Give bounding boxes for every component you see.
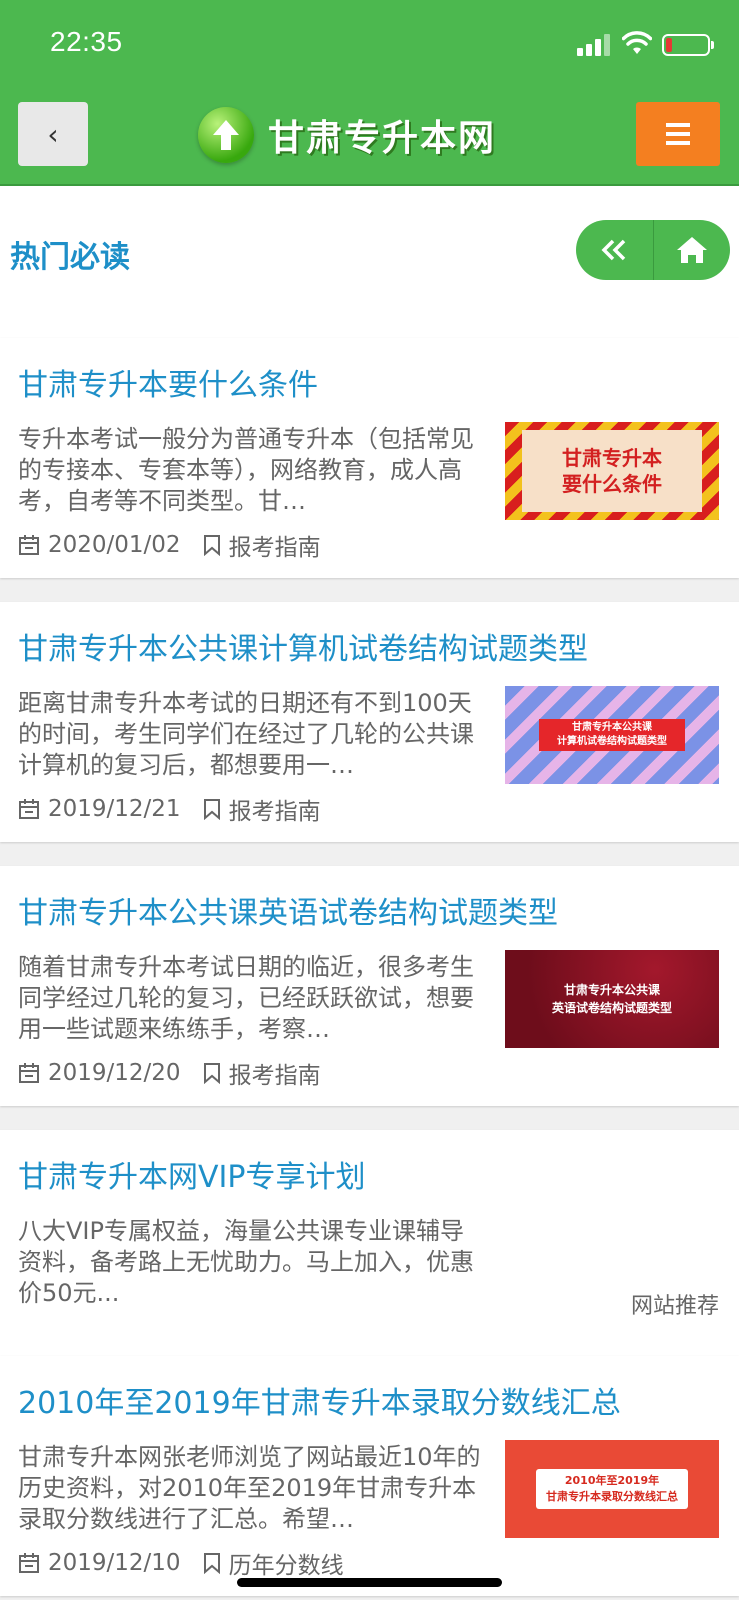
home-icon[interactable] <box>652 220 731 280</box>
article-date: 2019/12/21 <box>48 796 181 822</box>
thumbnail-text: 甘肃专升本公共课 计算机试卷结构试题类型 <box>539 719 685 751</box>
calendar-icon <box>18 798 40 820</box>
article-tag: 网站推荐 <box>630 1294 719 1319</box>
article-date: 2019/12/10 <box>48 1550 181 1576</box>
calendar-icon <box>18 534 40 556</box>
article-meta: 2019/12/21 报考指南 <box>18 792 321 826</box>
calendar-icon <box>18 1062 40 1084</box>
bookmark-icon <box>203 1552 221 1574</box>
article-card[interactable]: 甘肃专升本网VIP专享计划 八大VIP专属权益，海量公共课专业课辅导资料，备考路… <box>0 1130 739 1370</box>
article-category[interactable]: 报考指南 <box>229 792 321 826</box>
article-title[interactable]: 甘肃专升本要什么条件 <box>18 360 318 404</box>
up-arrow-icon <box>198 107 254 163</box>
article-card[interactable]: 甘肃专升本要什么条件 专升本考试一般分为普通专升本（包括常见的专接本、专套本等）… <box>0 338 739 578</box>
article-thumbnail[interactable]: 甘肃专升本 要什么条件 <box>505 422 719 520</box>
home-indicator[interactable] <box>237 1578 502 1587</box>
section-header: 热门必读 <box>0 186 739 338</box>
article-card[interactable]: 2010年至2019年甘肃专升本录取分数线汇总 甘肃专升本网张老师浏览了网站最近… <box>0 1356 739 1596</box>
article-meta: 2019/12/20 报考指南 <box>18 1056 321 1090</box>
bookmark-icon <box>203 1062 221 1084</box>
article-meta: 2019/12/10 历年分数线 <box>18 1546 344 1580</box>
article-desc: 专升本考试一般分为普通专升本（包括常见的专接本、专套本等），网络教育，成人高考，… <box>18 425 474 515</box>
thumbnail-text: 甘肃专升本 要什么条件 <box>522 430 702 512</box>
wifi-icon <box>622 31 652 54</box>
battery-icon <box>662 34 714 56</box>
calendar-icon <box>18 1552 40 1574</box>
article-desc: 距离甘肃专升本考试的日期还有不到100天的时间，考生同学们在经过了几轮的公共课计… <box>18 689 474 779</box>
article-title[interactable]: 甘肃专升本公共课英语试卷结构试题类型 <box>18 888 558 932</box>
article-desc: 随着甘肃专升本考试日期的临近，很多考生同学经过几轮的复习，已经跃跃欲试，想要用一… <box>18 953 474 1043</box>
article-meta: 2020/01/02 报考指南 <box>18 528 321 562</box>
article-title[interactable]: 甘肃专升本网VIP专享计划 <box>18 1152 365 1196</box>
article-desc: 八大VIP专属权益，海量公共课专业课辅导资料，备考路上无忧助力。马上加入，优惠价… <box>18 1217 474 1307</box>
article-card[interactable]: 甘肃专升本公共课英语试卷结构试题类型 随着甘肃专升本考试日期的临近，很多考生同学… <box>0 866 739 1106</box>
article-date: 2020/01/02 <box>48 532 181 558</box>
article-thumbnail[interactable]: 2010年至2019年 甘肃专升本录取分数线汇总 <box>505 1440 719 1538</box>
double-left-icon[interactable] <box>576 220 653 280</box>
article-title[interactable]: 2010年至2019年甘肃专升本录取分数线汇总 <box>18 1378 621 1422</box>
article-category[interactable]: 报考指南 <box>229 1056 321 1090</box>
article-desc: 甘肃专升本网张老师浏览了网站最近10年的历史资料，对2010年至2019年甘肃专… <box>18 1443 481 1533</box>
article-card[interactable]: 甘肃专升本公共课计算机试卷结构试题类型 距离甘肃专升本考试的日期还有不到100天… <box>0 602 739 842</box>
bookmark-icon <box>203 798 221 820</box>
article-category[interactable]: 报考指南 <box>229 528 321 562</box>
article-date: 2019/12/20 <box>48 1060 181 1086</box>
menu-button[interactable] <box>636 102 720 166</box>
article-thumbnail[interactable]: 甘肃专升本公共课 英语试卷结构试题类型 <box>505 950 719 1048</box>
bookmark-icon <box>203 534 221 556</box>
article-thumbnail[interactable]: 甘肃专升本公共课 计算机试卷结构试题类型 <box>505 686 719 784</box>
back-button[interactable]: ‹ <box>18 102 88 166</box>
nav-pill <box>576 220 730 280</box>
article-title[interactable]: 甘肃专升本公共课计算机试卷结构试题类型 <box>18 624 588 668</box>
signal-icon <box>577 32 613 56</box>
status-time: 22:35 <box>50 26 123 57</box>
thumbnail-text: 甘肃专升本公共课 英语试卷结构试题类型 <box>551 983 672 1015</box>
section-title: 热门必读 <box>10 240 130 275</box>
article-category[interactable]: 历年分数线 <box>229 1546 344 1580</box>
top-bar: 22:35 ‹ 甘肃专升本网 <box>0 0 739 186</box>
site-logo[interactable]: 甘肃专升本网 <box>198 105 528 165</box>
site-name: 甘肃专升本网 <box>268 118 497 159</box>
thumbnail-text: 2010年至2019年 甘肃专升本录取分数线汇总 <box>536 1469 688 1509</box>
